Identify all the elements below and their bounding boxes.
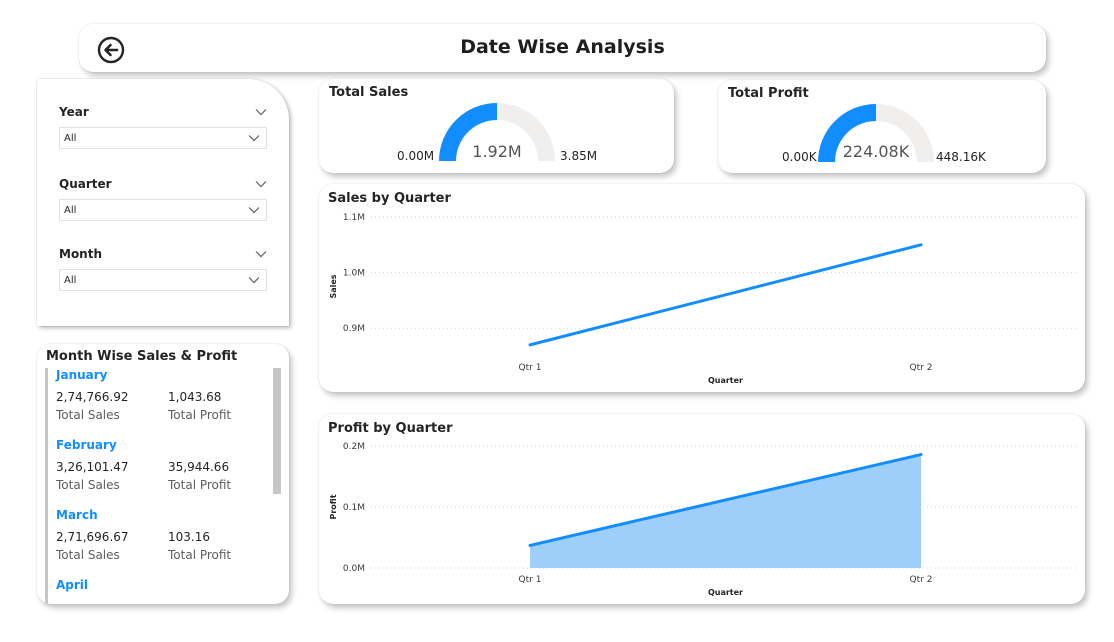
data-point[interactable] [919, 243, 923, 247]
month-name: April [56, 578, 89, 592]
month-wise-card: Month Wise Sales & Profit January 2,74,76… [37, 344, 289, 604]
chevron-down-icon [248, 207, 260, 214]
x-tick-label: Qtr 2 [910, 575, 933, 585]
quarter-slicer: Quarter All [59, 175, 267, 221]
x-tick-label: Qtr 2 [910, 363, 933, 373]
x-axis-title: Quarter [708, 588, 743, 597]
x-axis-title: Quarter [708, 376, 743, 385]
list-item[interactable]: March 2,71,696.67 103.16 Total Sales Total P… [45, 508, 273, 578]
quarter-slicer-title: Quarter [59, 177, 112, 191]
year-slicer-title: Year [59, 105, 89, 119]
list-item[interactable]: February 3,26,101.47 35,944.66 Total Sales T… [45, 438, 273, 508]
year-slicer: Year All [59, 103, 267, 149]
total-sales-value: 2,71,696.67 [56, 530, 129, 544]
month-values: 3,26,101.47 35,944.66 [56, 458, 273, 476]
chevron-down-icon[interactable] [255, 180, 267, 188]
month-dropdown[interactable]: All [59, 269, 267, 291]
total-profit-label: Total Profit [168, 548, 232, 562]
total-sales-title: Total Sales [329, 85, 409, 100]
gauge-value: 1.92M [472, 142, 522, 161]
x-tick-label: Qtr 1 [519, 363, 542, 373]
total-sales-value: 2,74,766.92 [56, 390, 129, 404]
slicer-panel: Year All Quarter All Month All [37, 79, 289, 326]
month-labels: Total Sales Total Profit [56, 476, 273, 494]
total-profit-card: Total Profit 0.00K 224.08K 448.16K [718, 80, 1046, 173]
chevron-down-icon [248, 277, 260, 284]
total-sales-card: Total Sales 0.00M 1.92M 3.85M [319, 79, 674, 173]
year-dropdown[interactable]: All [59, 127, 267, 149]
gauge-max-label: 448.16K [936, 150, 986, 164]
y-tick-label: 0.1M [343, 503, 365, 513]
chevron-down-icon[interactable] [255, 108, 267, 116]
y-tick-label: 1.1M [343, 213, 365, 223]
y-tick-label: 0.2M [343, 442, 365, 452]
month-selected-value: All [64, 274, 77, 286]
gauge-max-label: 3.85M [560, 149, 598, 163]
sales-by-quarter-chart[interactable]: Sales by Quarter 0.9M 1.0M 1.1M Qtr 1 Qtr 2Q… [319, 184, 1085, 392]
series-line[interactable] [529, 243, 922, 347]
month-slicer-title: Month [59, 247, 103, 261]
month-name: February [56, 438, 117, 452]
month-labels: Total Sales Total Profit [56, 546, 273, 564]
data-point[interactable] [528, 543, 532, 547]
total-profit-value: 35,944.66 [168, 460, 230, 474]
page-title: Date Wise Analysis [460, 36, 665, 58]
data-point[interactable] [528, 343, 532, 347]
total-profit-title: Total Profit [728, 86, 809, 101]
total-profit-label: Total Profit [168, 408, 232, 422]
y-tick-label: 1.0M [343, 269, 365, 279]
list-item[interactable]: January 2,74,766.92 1,043.68 Total Sales Tot… [45, 368, 273, 438]
total-profit-label: Total Profit [168, 478, 232, 492]
sales-line-plot[interactable]: 0.9M 1.0M 1.1M Qtr 1 Qtr 2 Quarter Sales [319, 184, 1085, 392]
chevron-down-icon[interactable] [255, 250, 267, 258]
total-profit-value: 1,043.68 [168, 390, 222, 404]
month-wise-title: Month Wise Sales & Profit [46, 349, 238, 364]
year-selected-value: All [64, 132, 77, 144]
gauge-min-label: 0.00M [397, 149, 435, 163]
y-tick-label: 0.0M [343, 564, 365, 574]
total-sales-label: Total Sales [56, 478, 120, 492]
month-name: January [56, 368, 108, 382]
month-values: 2,71,696.67 103.16 [56, 528, 273, 546]
y-axis-title: Sales [329, 274, 338, 298]
y-axis-title: Profit [329, 494, 338, 519]
list-item[interactable]: April [45, 578, 273, 604]
total-profit-value: 103.16 [168, 530, 210, 544]
x-tick-label: Qtr 1 [519, 575, 542, 585]
gauge-value: 224.08K [842, 142, 910, 161]
total-sales-label: Total Sales [56, 408, 120, 422]
month-labels: Total Sales Total Profit [56, 406, 273, 424]
data-point[interactable] [919, 453, 923, 457]
chevron-down-icon [248, 135, 260, 142]
gauge-min-label: 0.00K [782, 150, 817, 164]
total-sales-value: 3,26,101.47 [56, 460, 129, 474]
month-values: 2,74,766.92 1,043.68 [56, 388, 273, 406]
header-bar: Date Wise Analysis [79, 24, 1046, 72]
quarter-dropdown[interactable]: All [59, 199, 267, 221]
month-list[interactable]: January 2,74,766.92 1,043.68 Total Sales Tot… [45, 368, 273, 604]
quarter-selected-value: All [64, 204, 77, 216]
total-sales-label: Total Sales [56, 548, 120, 562]
profit-by-quarter-chart[interactable]: Profit by Quarter 0.0M 0.1M 0.2M Qtr 1 Qtr 2… [319, 414, 1085, 604]
month-name: March [56, 508, 98, 522]
y-tick-label: 0.9M [343, 324, 365, 334]
area-fill [530, 454, 921, 568]
scrollbar-thumb[interactable] [273, 368, 281, 494]
month-slicer: Month All [59, 245, 267, 291]
profit-area-plot[interactable]: 0.0M 0.1M 0.2M Qtr 1 Qtr 2 Quarter Profit [319, 414, 1085, 604]
